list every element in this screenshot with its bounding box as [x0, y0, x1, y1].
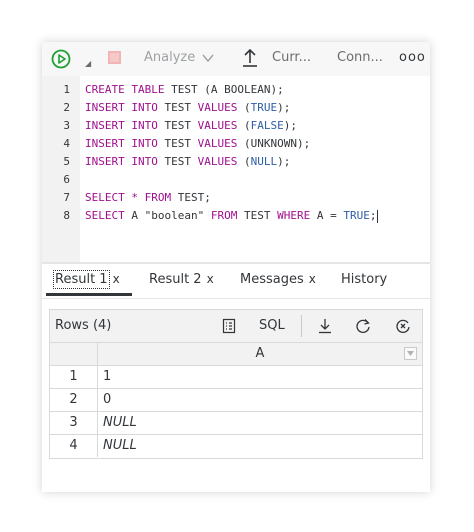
refresh-icon[interactable]: [355, 318, 371, 334]
cell-value[interactable]: 0: [103, 389, 111, 411]
table-row[interactable]: 2 0: [50, 389, 422, 412]
line-number: 3: [63, 119, 70, 132]
cell-value-null[interactable]: NULL: [103, 412, 137, 434]
line-number: 4: [63, 137, 70, 150]
row-index: 4: [50, 435, 98, 457]
tab-result-2-label: Result 2: [149, 272, 202, 287]
tab-history[interactable]: History: [341, 272, 387, 287]
line-number: 5: [63, 155, 70, 168]
code-text: INSERT INTO TEST VALUES (UNKNOWN);: [85, 137, 311, 150]
row-count-label: Rows (4): [55, 318, 112, 333]
result-grid: A 1 1 2 0 3 NULL 4 NULL: [49, 342, 423, 459]
line-number: 2: [63, 101, 70, 114]
clear-results-icon[interactable]: [395, 318, 411, 334]
row-index: 3: [50, 412, 98, 434]
row-index: 2: [50, 389, 98, 411]
row-index-header: [50, 343, 98, 365]
text-cursor: [377, 209, 379, 223]
active-tab-indicator: [46, 293, 132, 296]
code-line[interactable]: 7 SELECT * FROM TEST;: [42, 189, 430, 207]
run-icon[interactable]: [51, 49, 71, 69]
code-text: SELECT * FROM TEST;: [85, 191, 211, 204]
code-line[interactable]: 6: [42, 171, 430, 189]
close-icon[interactable]: x: [113, 272, 120, 286]
connection-selector[interactable]: Conn...: [337, 50, 383, 65]
code-text: SELECT A "boolean" FROM TEST WHERE A = T…: [85, 209, 379, 223]
sql-editor[interactable]: 1 CREATE TABLE TEST (A BOOLEAN); 2 INSERT I…: [42, 76, 430, 262]
cell-value[interactable]: 1: [103, 366, 111, 388]
grid-header-row: A: [50, 343, 422, 366]
line-number: 1: [63, 83, 70, 96]
line-number: 6: [63, 173, 70, 186]
code-text: INSERT INTO TEST VALUES (NULL);: [85, 155, 291, 168]
close-icon[interactable]: x: [207, 272, 214, 286]
close-icon[interactable]: x: [309, 272, 316, 286]
table-row[interactable]: 4 NULL: [50, 435, 422, 458]
current-schema-selector[interactable]: Curr...: [272, 50, 311, 65]
code-text: INSERT INTO TEST VALUES (FALSE);: [85, 119, 297, 132]
stop-icon[interactable]: [108, 51, 121, 64]
run-dropdown-indicator-icon[interactable]: ◢: [85, 59, 91, 68]
code-line[interactable]: 4 INSERT INTO TEST VALUES (UNKNOWN);: [42, 135, 430, 153]
tab-result-2[interactable]: Result 2 x: [149, 272, 214, 287]
cell-value-null[interactable]: NULL: [103, 435, 137, 457]
code-text: CREATE TABLE TEST (A BOOLEAN);: [85, 83, 284, 96]
column-header-a[interactable]: A: [98, 343, 422, 365]
code-line[interactable]: 1 CREATE TABLE TEST (A BOOLEAN);: [42, 81, 430, 99]
tab-result-1[interactable]: Result 1x: [53, 270, 120, 289]
tab-messages-label: Messages: [240, 272, 304, 287]
chevron-down-icon[interactable]: [202, 53, 214, 63]
sql-console-panel: ◢ Analyze Curr... Conn... ooo 1 CREATE TA…: [42, 42, 430, 492]
row-index: 1: [50, 366, 98, 388]
table-row[interactable]: 3 NULL: [50, 412, 422, 435]
editor-toolbar: ◢ Analyze Curr... Conn... ooo: [42, 42, 430, 76]
upload-icon[interactable]: [241, 48, 259, 68]
more-icon[interactable]: ooo: [399, 50, 426, 65]
line-number: 8: [63, 209, 70, 222]
table-row[interactable]: 1 1: [50, 366, 422, 389]
tab-messages[interactable]: Messages x: [240, 272, 316, 287]
tab-result-1-label: Result 1: [53, 270, 110, 289]
code-line[interactable]: 8 SELECT A "boolean" FROM TEST WHERE A = …: [42, 207, 430, 225]
toolbar-separator: [301, 315, 302, 337]
code-text: INSERT INTO TEST VALUES (TRUE);: [85, 101, 291, 114]
code-line[interactable]: 3 INSERT INTO TEST VALUES (FALSE);: [42, 117, 430, 135]
filter-icon[interactable]: [404, 347, 417, 360]
analyze-button[interactable]: Analyze: [144, 50, 195, 65]
download-icon[interactable]: [317, 318, 333, 334]
result-toolbar: Rows (4) SQL: [49, 309, 423, 343]
code-line[interactable]: 5 INSERT INTO TEST VALUES (NULL);: [42, 153, 430, 171]
tab-history-label: History: [341, 272, 388, 287]
line-number: 7: [63, 191, 70, 204]
code-line[interactable]: 2 INSERT INTO TEST VALUES (TRUE);: [42, 99, 430, 117]
column-settings-icon[interactable]: [221, 318, 237, 334]
sql-button[interactable]: SQL: [259, 318, 285, 333]
